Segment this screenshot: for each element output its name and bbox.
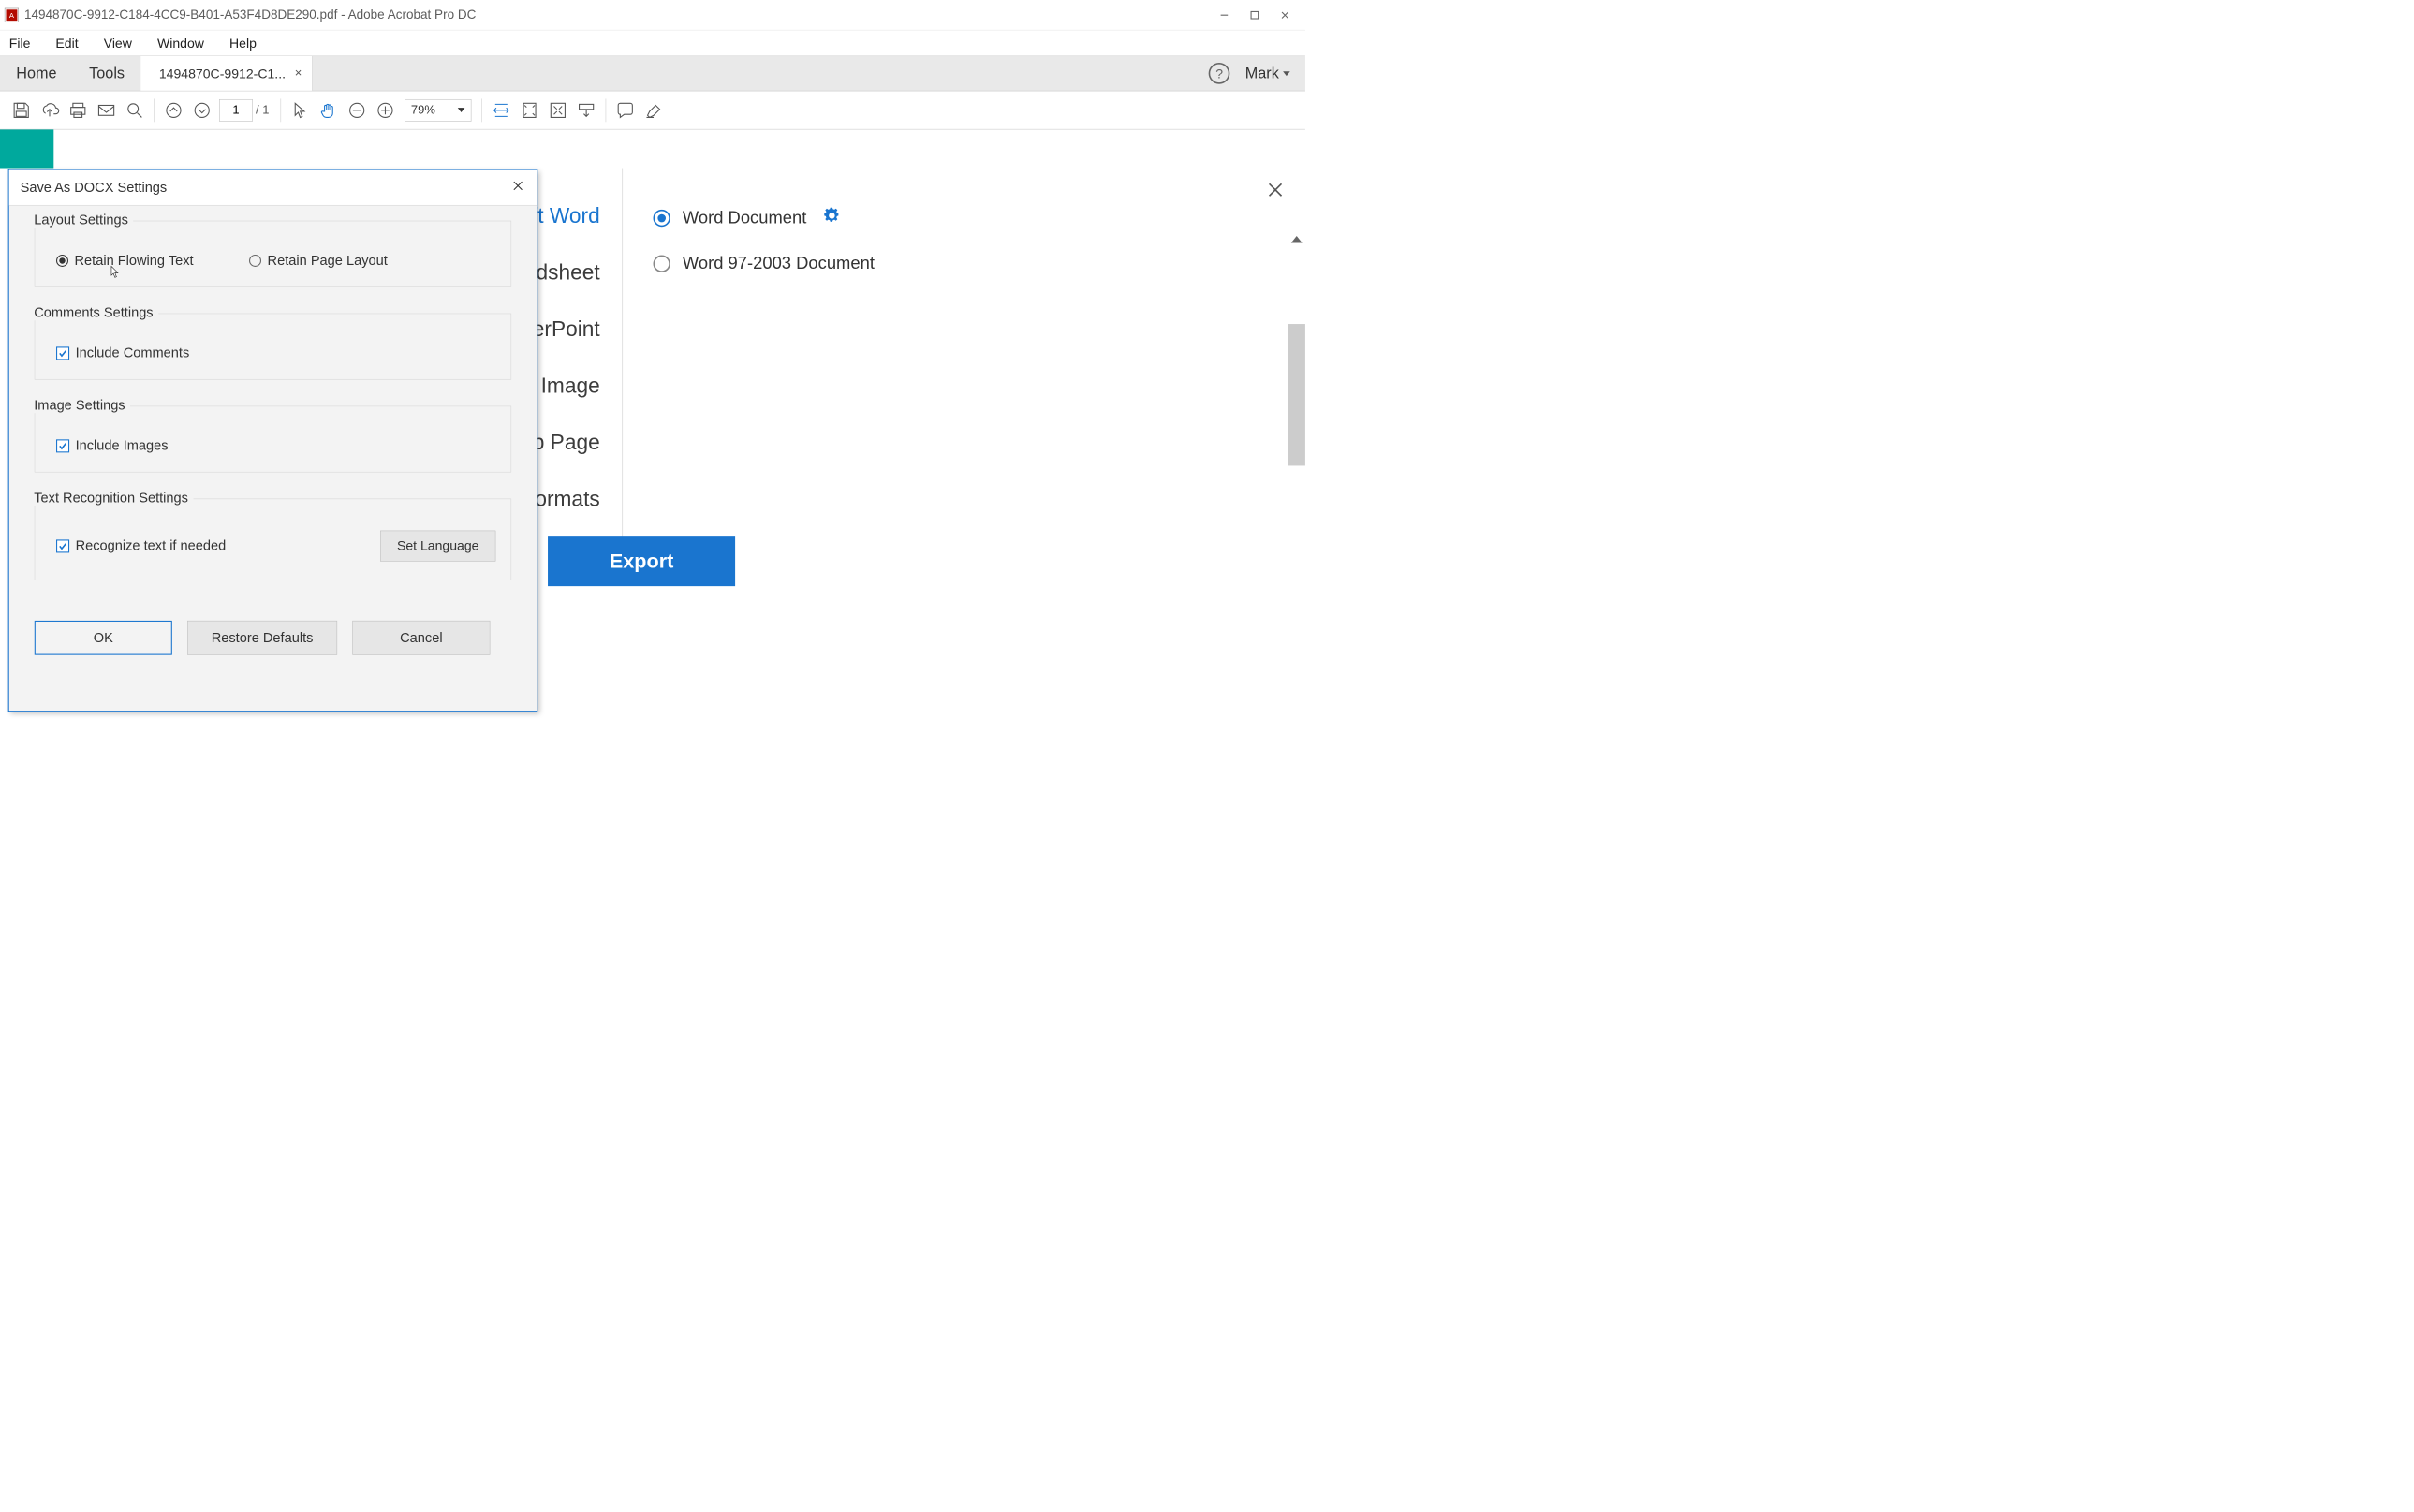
tabstrip: Home Tools 1494870C-9912-C1... × ? Mark <box>0 55 1305 91</box>
ok-button[interactable]: OK <box>35 621 172 655</box>
radio-unselected-icon <box>654 255 670 272</box>
toolbar-divider <box>280 98 281 122</box>
scroll-up-icon[interactable] <box>1291 236 1303 244</box>
acrobat-app-icon: A <box>5 8 18 22</box>
user-menu[interactable]: Mark <box>1245 65 1290 81</box>
checkbox-checked-icon <box>56 346 69 360</box>
caret-down-icon <box>458 108 465 112</box>
set-language-button[interactable]: Set Language <box>380 531 495 562</box>
print-icon[interactable] <box>64 95 92 124</box>
page-total-label: / 1 <box>256 103 269 117</box>
close-panel-button[interactable] <box>1263 177 1288 202</box>
page-up-icon[interactable] <box>159 95 187 124</box>
docx-settings-dialog: Save As DOCX Settings Layout Settings Re… <box>8 169 538 712</box>
subformat-doc[interactable]: Word 97-2003 Document <box>654 254 875 273</box>
retain-flowing-text-radio[interactable]: Retain Flowing Text <box>56 253 194 269</box>
zoom-in-icon[interactable] <box>371 95 399 124</box>
caret-down-icon <box>1283 71 1290 76</box>
fullscreen-icon[interactable] <box>544 95 572 124</box>
include-comments-label: Include Comments <box>76 345 190 361</box>
page-number-input[interactable] <box>219 99 253 122</box>
comments-settings-group: Comments Settings Include Comments <box>35 314 511 380</box>
include-images-label: Include Images <box>76 438 169 454</box>
fit-width-icon[interactable] <box>487 95 515 124</box>
pointer-icon[interactable] <box>286 95 314 124</box>
recognize-text-label: Recognize text if needed <box>76 538 227 554</box>
cursor-icon <box>110 265 121 278</box>
save-icon[interactable] <box>7 95 36 124</box>
titlebar: A 1494870C-9912-C184-4CC9-B401-A53F4D8DE… <box>0 0 1305 30</box>
format-image[interactable]: Image <box>541 374 600 398</box>
maximize-button[interactable] <box>1240 5 1270 25</box>
retain-page-layout-radio[interactable]: Retain Page Layout <box>249 253 388 269</box>
zoom-level-select[interactable]: 79% <box>405 99 471 122</box>
image-settings-group: Image Settings Include Images <box>35 406 511 473</box>
side-tool-indicator <box>0 129 53 168</box>
page-down-icon[interactable] <box>188 95 216 124</box>
toolbar: / 1 79% <box>0 91 1305 129</box>
layout-settings-legend: Layout Settings <box>29 213 133 228</box>
minimize-button[interactable] <box>1209 5 1239 25</box>
gear-icon[interactable] <box>824 208 840 228</box>
retain-flowing-text-label: Retain Flowing Text <box>74 253 193 269</box>
tab-document-label: 1494870C-9912-C1... <box>159 66 286 81</box>
dialog-titlebar: Save As DOCX Settings <box>9 170 537 206</box>
user-name-label: Mark <box>1245 65 1279 81</box>
fit-page-icon[interactable] <box>515 95 543 124</box>
hand-icon[interactable] <box>315 95 343 124</box>
zoom-level-label: 79% <box>411 103 435 117</box>
checkbox-checked-icon <box>56 539 69 552</box>
checkbox-checked-icon <box>56 439 69 452</box>
menubar: File Edit View Window Help <box>0 30 1305 55</box>
mail-icon[interactable] <box>92 95 120 124</box>
zoom-out-icon[interactable] <box>343 95 371 124</box>
toolbar-divider <box>481 98 482 122</box>
text-recognition-group: Text Recognition Settings Recognize text… <box>35 499 511 580</box>
menu-view[interactable]: View <box>99 33 136 52</box>
window-title: 1494870C-9912-C184-4CC9-B401-A53F4D8DE29… <box>24 7 476 22</box>
menu-window[interactable]: Window <box>154 33 209 52</box>
menu-file[interactable]: File <box>5 33 34 52</box>
dialog-title-label: Save As DOCX Settings <box>21 180 168 196</box>
help-icon[interactable]: ? <box>1209 63 1230 84</box>
image-settings-legend: Image Settings <box>29 397 130 413</box>
close-dialog-button[interactable] <box>512 179 527 194</box>
read-aloud-icon[interactable] <box>572 95 600 124</box>
include-comments-checkbox[interactable]: Include Comments <box>51 345 496 361</box>
scrollbar-thumb[interactable] <box>1288 324 1305 465</box>
layout-settings-group: Layout Settings Retain Flowing Text Reta… <box>35 221 511 287</box>
menu-help[interactable]: Help <box>226 33 261 52</box>
text-recognition-legend: Text Recognition Settings <box>29 490 194 506</box>
tab-tools[interactable]: Tools <box>73 56 140 91</box>
tab-home[interactable]: Home <box>0 56 73 91</box>
subformat-doc-label: Word 97-2003 Document <box>683 254 875 273</box>
subformat-docx[interactable]: Word Document <box>654 208 875 228</box>
toolbar-divider <box>154 98 155 122</box>
retain-page-layout-label: Retain Page Layout <box>268 253 388 269</box>
cloud-upload-icon[interactable] <box>36 95 64 124</box>
highlight-icon[interactable] <box>640 95 668 124</box>
comment-icon[interactable] <box>611 95 639 124</box>
radio-selected-icon <box>56 255 68 267</box>
comments-settings-legend: Comments Settings <box>29 305 158 321</box>
search-icon[interactable] <box>121 95 149 124</box>
radio-unselected-icon <box>249 255 261 267</box>
close-window-button[interactable] <box>1270 5 1300 25</box>
restore-defaults-button[interactable]: Restore Defaults <box>187 621 337 655</box>
subformat-docx-label: Word Document <box>683 208 806 228</box>
close-tab-icon[interactable]: × <box>295 66 302 81</box>
menu-edit[interactable]: Edit <box>52 33 82 52</box>
include-images-checkbox[interactable]: Include Images <box>51 438 496 454</box>
export-button[interactable]: Export <box>548 536 735 586</box>
radio-selected-icon <box>654 210 670 227</box>
tab-document[interactable]: 1494870C-9912-C1... × <box>140 56 312 91</box>
recognize-text-checkbox[interactable]: Recognize text if needed <box>56 538 226 554</box>
toolbar-divider <box>606 98 607 122</box>
cancel-button[interactable]: Cancel <box>352 621 490 655</box>
export-subformat-list: Word Document Word 97-2003 Document <box>623 169 875 583</box>
